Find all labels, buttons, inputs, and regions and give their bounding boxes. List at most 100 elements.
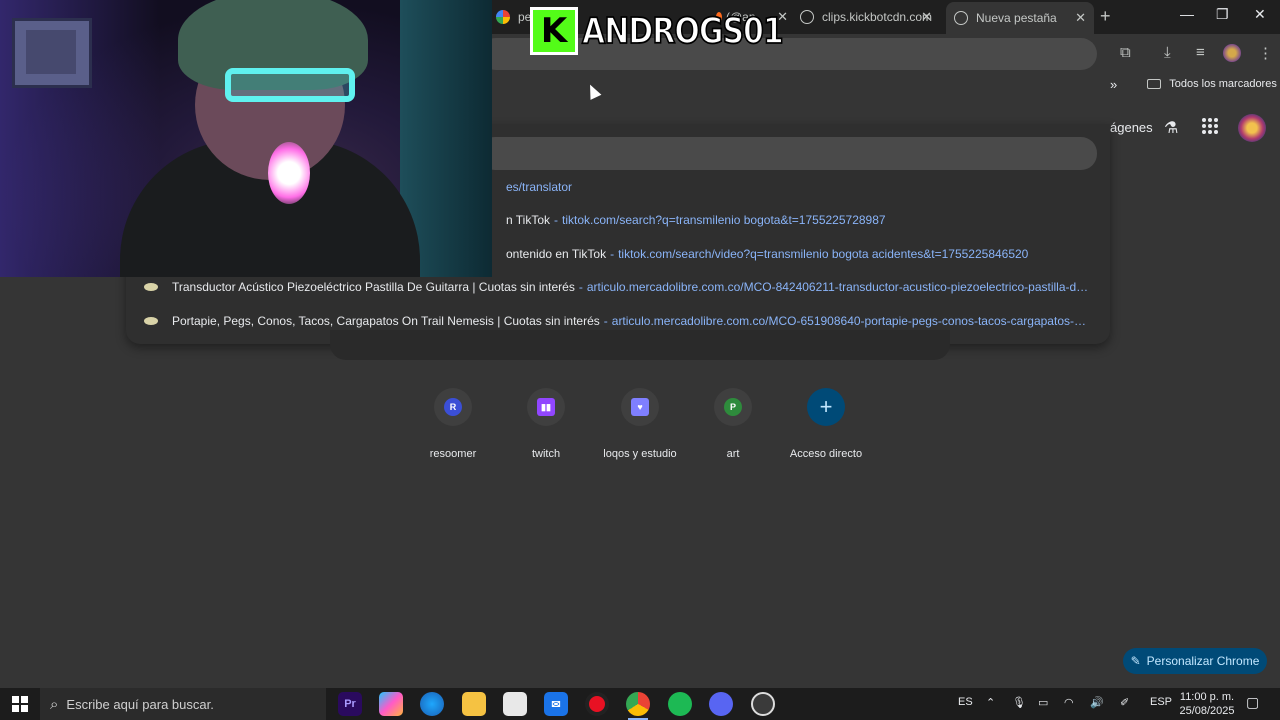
shortcut-tile: R bbox=[434, 388, 472, 426]
omnibox-input-row[interactable] bbox=[479, 137, 1097, 170]
notifications-icon[interactable]: ▢ bbox=[1246, 694, 1259, 711]
heart-icon: ♥ bbox=[631, 398, 649, 416]
suggestion-title: n TikTok bbox=[506, 213, 551, 227]
suggestion-title: Transductor Acústico Piezoeléctrico Past… bbox=[172, 280, 575, 294]
twitch-icon: ▮▮ bbox=[537, 398, 555, 416]
suggestion-url: es/translator bbox=[506, 180, 573, 194]
customize-chrome-button[interactable]: ✎ Personalizar Chrome bbox=[1123, 648, 1267, 674]
mercadolibre-favicon-icon bbox=[144, 283, 158, 291]
file-explorer-icon[interactable] bbox=[462, 692, 486, 716]
folder-icon bbox=[1147, 79, 1162, 89]
close-tab-icon[interactable]: ✕ bbox=[921, 9, 932, 25]
clock-date: 25/08/2025 bbox=[1179, 705, 1235, 717]
keyboard-layout[interactable]: ESP bbox=[1150, 696, 1172, 708]
chevron-more-icon[interactable]: » bbox=[1110, 77, 1117, 92]
chevron-up-icon[interactable]: ⌃ bbox=[986, 696, 995, 709]
customize-label: Personalizar Chrome bbox=[1146, 654, 1260, 668]
battery-icon[interactable]: ▭ bbox=[1038, 696, 1048, 709]
language-indicator[interactable]: ES bbox=[958, 696, 973, 708]
microphone-icon[interactable]: 🎙 bbox=[1012, 696, 1026, 709]
suggestion-title: Portapie, Pegs, Conos, Tacos, Cargapatos… bbox=[172, 314, 600, 328]
suggestion-url: articulo.mercadolibre.com.co/MCO-6519086… bbox=[611, 314, 1092, 328]
taskbar-search-placeholder: Escribe aquí para buscar. bbox=[66, 696, 214, 712]
account-avatar[interactable] bbox=[1238, 114, 1266, 142]
shortcut-art[interactable]: P art bbox=[687, 388, 779, 460]
google-apps-icon[interactable] bbox=[1202, 118, 1218, 134]
add-shortcut-button[interactable]: + Acceso directo bbox=[780, 388, 872, 460]
premiere-icon[interactable]: Pr bbox=[338, 692, 362, 716]
extensions-icon[interactable]: ⧉ bbox=[1120, 44, 1131, 61]
shortcut-label: art bbox=[726, 448, 740, 460]
windows-start-icon[interactable] bbox=[12, 696, 28, 712]
all-bookmarks-link[interactable]: Todos los marcadores bbox=[1169, 78, 1277, 90]
tab-title: clips.kickbotcdn.com bbox=[822, 10, 933, 24]
google-favicon-icon bbox=[496, 10, 510, 24]
shortcut-tile: P bbox=[714, 388, 752, 426]
copilot-icon[interactable] bbox=[379, 692, 403, 716]
shortcut-label: twitch bbox=[531, 448, 561, 460]
spotify-icon[interactable] bbox=[668, 692, 692, 716]
suggestion-url: tiktok.com/search/video?q=transmilenio b… bbox=[618, 247, 1029, 261]
mail-icon[interactable]: ✉ bbox=[544, 692, 568, 716]
obs-icon[interactable] bbox=[585, 692, 609, 716]
labs-flask-icon[interactable]: ⚗ bbox=[1164, 118, 1178, 138]
kick-logo-icon: K bbox=[530, 7, 578, 55]
shortcut-tile: ♥ bbox=[621, 388, 659, 426]
taskbar: ⌕ Escribe aquí para buscar. Pr ✉ ES ⌃ 🎙 … bbox=[0, 688, 1280, 720]
images-link[interactable]: ágenes bbox=[1110, 120, 1153, 135]
wifi-icon[interactable]: ◠ bbox=[1064, 696, 1074, 709]
cam-person-glasses bbox=[225, 68, 355, 102]
channel-name: ANDROGS01 bbox=[581, 9, 784, 53]
suggestion-item[interactable]: Transductor Acústico Piezoeléctrico Past… bbox=[126, 274, 1092, 300]
media-controls-icon[interactable]: ≡ bbox=[1196, 44, 1205, 61]
suggestion-url: articulo.mercadolibre.com.co/MCO-8424062… bbox=[586, 280, 1092, 294]
discord-icon[interactable] bbox=[709, 692, 733, 716]
tab-4-active[interactable]: Nueva pestaña ✕ bbox=[946, 2, 1094, 34]
webcam-overlay bbox=[0, 0, 492, 277]
edge-icon[interactable] bbox=[420, 692, 444, 716]
shortcut-tile: ▮▮ bbox=[527, 388, 565, 426]
shortcut-logos[interactable]: ♥ loqos y estudio bbox=[594, 388, 686, 460]
shortcut-tile: + bbox=[807, 388, 845, 426]
shortcut-label: Acceso directo bbox=[789, 448, 863, 460]
cam-microphone bbox=[268, 142, 310, 204]
mercadolibre-favicon-icon bbox=[144, 317, 158, 325]
shortcut-favicon: R bbox=[444, 398, 462, 416]
kick-channel-overlay: K ANDROGS01 bbox=[530, 6, 785, 56]
chrome-icon[interactable] bbox=[626, 692, 650, 720]
close-window-icon[interactable]: ✕ bbox=[1254, 6, 1266, 23]
shortcut-label: loqos y estudio bbox=[603, 448, 677, 460]
bookmarks-bar: » Todos los marcadores bbox=[1110, 76, 1277, 92]
clock[interactable]: 11:00 p. m. 25/08/2025 bbox=[1174, 690, 1240, 718]
close-tab-icon[interactable]: ✕ bbox=[1075, 10, 1086, 26]
app-icon[interactable] bbox=[751, 692, 775, 716]
volume-icon[interactable]: 🔊 bbox=[1090, 696, 1104, 709]
maximize-icon[interactable]: ❐ bbox=[1216, 6, 1229, 23]
cam-frame-picture bbox=[26, 30, 76, 74]
suggestion-separator: - bbox=[554, 213, 559, 227]
tab-3[interactable]: clips.kickbotcdn.com ✕ bbox=[800, 4, 940, 30]
new-tab-icon[interactable]: + bbox=[1100, 6, 1111, 27]
shortcut-resoomer[interactable]: R resoomer bbox=[407, 388, 499, 460]
clock-time: 11:00 p. m. bbox=[1179, 691, 1235, 703]
ntp-search-box[interactable] bbox=[330, 330, 950, 360]
globe-favicon-icon bbox=[800, 10, 814, 24]
mouse-cursor-icon bbox=[584, 82, 602, 100]
shortcut-favicon: P bbox=[724, 398, 742, 416]
taskbar-search[interactable]: ⌕ Escribe aquí para buscar. bbox=[40, 688, 326, 720]
pen-icon[interactable]: ✐ bbox=[1120, 696, 1129, 709]
download-icon[interactable]: ⤓ bbox=[1164, 44, 1171, 61]
suggestion-separator: - bbox=[603, 314, 608, 328]
suggestion-title: ontenido en TikTok bbox=[506, 247, 607, 261]
store-icon[interactable] bbox=[503, 692, 527, 716]
pencil-icon: ✎ bbox=[1130, 654, 1141, 668]
search-icon: ⌕ bbox=[50, 695, 59, 713]
minimize-icon[interactable]: — bbox=[1180, 6, 1194, 22]
menu-dots-icon[interactable]: ⋮ bbox=[1258, 44, 1273, 62]
suggestion-separator: - bbox=[610, 247, 615, 261]
shortcut-label: resoomer bbox=[429, 448, 477, 460]
plus-icon: + bbox=[819, 394, 833, 419]
shortcut-twitch[interactable]: ▮▮ twitch bbox=[500, 388, 592, 460]
profile-avatar[interactable] bbox=[1223, 44, 1241, 62]
chrome-favicon-icon bbox=[954, 11, 968, 25]
